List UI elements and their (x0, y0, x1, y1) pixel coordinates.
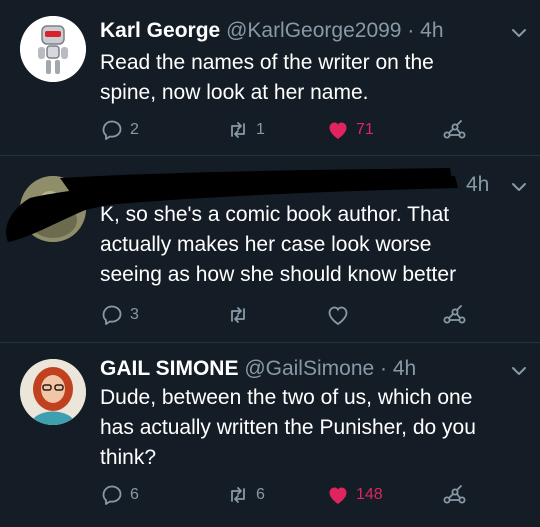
reply-button[interactable]: 6 (100, 482, 139, 508)
reply-button[interactable]: 2 (100, 117, 139, 143)
retweet-count: 6 (256, 486, 265, 503)
tweet-karl-george[interactable]: Karl George @KarlGeorge2099 · 4h Read th… (0, 0, 540, 155)
chevron-down-icon[interactable] (510, 24, 528, 42)
tweet-text: Dude, between the two of us, which one h… (100, 383, 520, 473)
avatar[interactable] (20, 16, 86, 82)
share-button[interactable] (442, 302, 466, 328)
tweet-text-line: think? (100, 446, 157, 469)
reply-icon (102, 305, 122, 325)
like-button[interactable] (326, 302, 350, 328)
tweet-actions: 6 6 148 (100, 482, 530, 508)
display-name[interactable]: Karl George (100, 19, 220, 42)
reply-button[interactable]: 3 (100, 302, 139, 328)
chevron-down-icon[interactable] (510, 362, 528, 380)
handle[interactable]: @KarlGeorge2099 (226, 19, 401, 42)
robot-avatar-icon (20, 16, 86, 82)
tweet-text: K, so she's a comic book author. That ac… (100, 200, 520, 290)
like-button[interactable]: 71 (326, 117, 374, 143)
person-avatar-icon (20, 359, 86, 425)
tweet-text-line: K, so she's a comic book author. That (100, 203, 450, 226)
share-button[interactable] (442, 482, 466, 508)
retweet-icon (231, 122, 245, 138)
retweet-count: 1 (256, 121, 265, 138)
tweet-actions: 2 1 71 (100, 117, 530, 143)
retweet-button[interactable]: 1 (226, 117, 265, 143)
retweet-button[interactable]: 6 (226, 482, 265, 508)
share-icon (443, 120, 466, 139)
share-button[interactable] (442, 117, 466, 143)
tweet-text-line: Read the names of the writer on the (100, 51, 434, 74)
tweet-header: GAIL SIMONE @GailSimone · 4h (100, 357, 416, 381)
reply-icon (102, 120, 122, 140)
retweet-button[interactable] (226, 302, 250, 328)
timestamp[interactable]: 4h (466, 173, 489, 196)
avatar[interactable] (20, 359, 86, 425)
reply-count: 3 (130, 306, 139, 323)
tweet-header: 4h (466, 173, 489, 197)
tweet-text-line: Dude, between the two of us, which one (100, 386, 473, 409)
tweet-header: Karl George @KarlGeorge2099 · 4h (100, 19, 444, 43)
like-count: 148 (356, 486, 383, 503)
share-icon (443, 485, 466, 504)
reply-count: 2 (130, 121, 139, 138)
timestamp[interactable]: · 4h (380, 357, 416, 380)
heart-icon (329, 122, 347, 139)
retweet-icon (231, 487, 245, 503)
tweet-text-line: has actually written the Punisher, do yo… (100, 416, 476, 439)
chevron-down-icon[interactable] (510, 178, 528, 196)
heart-icon (329, 487, 347, 504)
tweet-actions: 3 (100, 302, 530, 328)
display-name[interactable]: GAIL SIMONE (100, 357, 238, 380)
handle[interactable]: @GailSimone (244, 357, 374, 380)
tweet-text-line: seeing as how she should know better (100, 263, 457, 286)
reply-count: 6 (130, 486, 139, 503)
heart-icon (328, 306, 348, 326)
tweet-text: Read the names of the writer on the spin… (100, 48, 520, 108)
like-count: 71 (356, 121, 374, 138)
tweet-gail-simone[interactable]: GAIL SIMONE @GailSimone · 4h Dude, betwe… (0, 343, 540, 527)
tweet-text-line: actually makes her case look worse (100, 233, 432, 256)
tweet-redacted-user[interactable]: 4h K, so she's a comic book author. That… (0, 156, 540, 342)
retweet-icon (231, 307, 245, 323)
reply-icon (102, 485, 122, 505)
share-icon (443, 305, 466, 324)
timestamp[interactable]: · 4h (407, 19, 443, 42)
tweet-text-line: spine, now look at her name. (100, 81, 369, 104)
like-button[interactable]: 148 (326, 482, 383, 508)
